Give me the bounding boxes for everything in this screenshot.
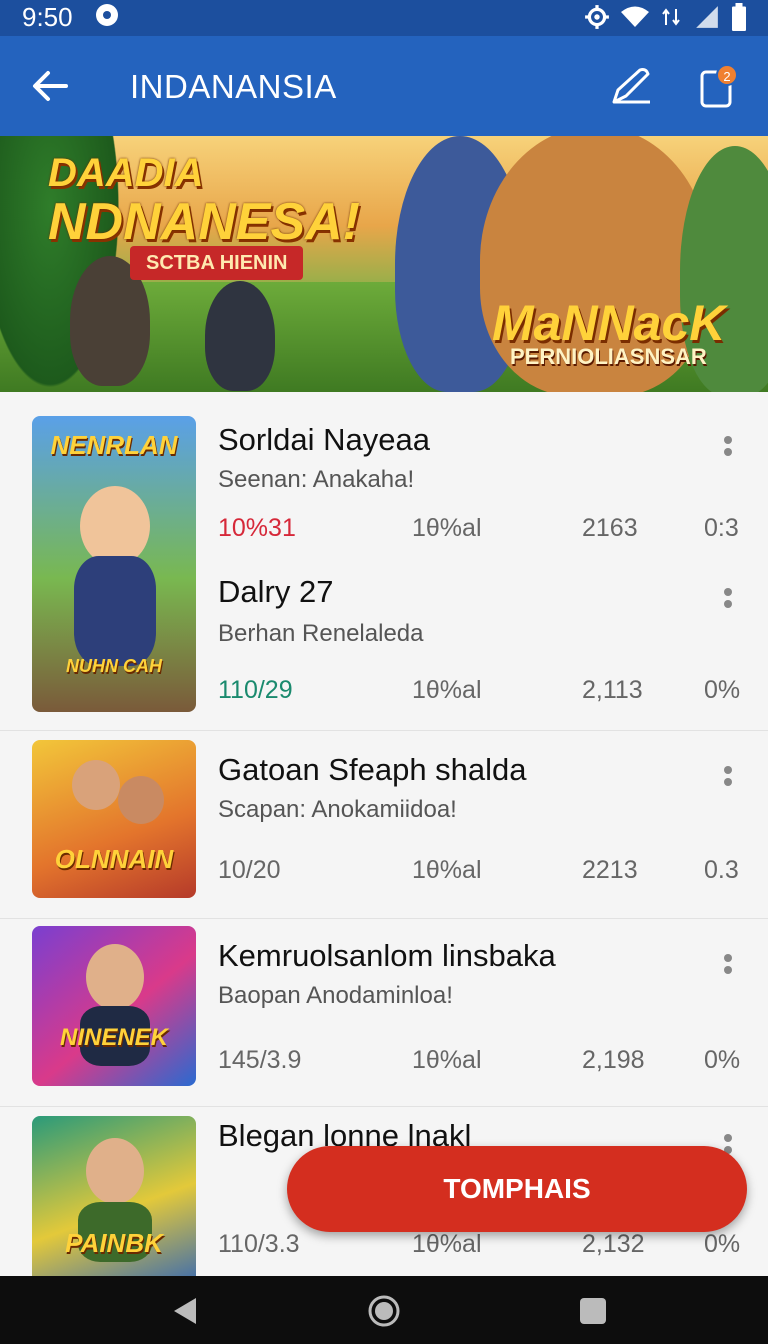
item-title: Gatoan Sfeaph shalda <box>218 752 527 787</box>
item-title: Sorldai Nayeaa <box>218 422 430 457</box>
item-stat-count: 2213 <box>582 856 638 884</box>
settings-gear-icon <box>585 5 609 29</box>
more-options-button[interactable] <box>716 952 740 984</box>
notifications-button[interactable]: 2 <box>692 62 742 112</box>
item-stat-count: 2,113 <box>582 676 643 704</box>
battery-icon <box>732 3 746 31</box>
primary-action-button[interactable]: TOMPHAIS <box>287 1146 747 1232</box>
item-stat-rating: 0:3 <box>704 514 739 542</box>
square-recents-icon <box>580 1298 606 1324</box>
banner-title-line2: NDNANESA! <box>48 193 360 251</box>
more-options-button[interactable] <box>716 434 740 466</box>
item-title: Dalry 27 <box>218 574 334 609</box>
notification-dot-icon <box>96 4 118 26</box>
promo-banner[interactable]: DAADIA NDNANESA! SCTBA HIENIN MaNNacK PE… <box>0 136 768 392</box>
status-icons <box>584 2 748 32</box>
data-signal-icon <box>662 8 680 26</box>
item-stat-size: 1θ%al <box>412 676 482 704</box>
edit-button[interactable] <box>606 62 656 112</box>
thumbnail-title: OLNNAIN <box>54 844 174 874</box>
arrow-left-icon <box>33 71 68 101</box>
item-stat-progress: 10/20 <box>218 856 281 884</box>
item-stat-rating: 0% <box>704 1046 741 1074</box>
triangle-back-icon <box>174 1298 196 1324</box>
more-options-button[interactable] <box>716 586 740 618</box>
item-stat-progress: 10%31 <box>218 514 296 542</box>
thumbnail-title: PAINBK <box>65 1228 163 1258</box>
status-time: 9:50 <box>22 2 73 32</box>
list-item[interactable]: Dalry 27 Berhan Renelaleda 110/29 1θ%al … <box>0 562 768 722</box>
circle-home-icon <box>368 1295 400 1327</box>
item-title: Kemruolsanlom linsbaka <box>218 938 556 973</box>
item-stat-size: 1θ%al <box>412 856 482 884</box>
nav-home-button[interactable] <box>367 1294 401 1328</box>
content-list: NENRLAN NUHN CAH Sorldai Nayeaa Seenan: … <box>0 392 768 1276</box>
item-stat-rating: 0.3 <box>704 856 739 884</box>
thumbnail-character <box>72 760 120 810</box>
banner-title: DAADIA NDNANESA! <box>48 152 360 250</box>
divider <box>0 1106 768 1107</box>
item-stat-size: 1θ%al <box>412 514 482 542</box>
item-subtitle: Baopan Anodaminloa! <box>218 982 453 1009</box>
thumbnail-title: NINENEK <box>59 1024 168 1051</box>
item-stat-rating: 0% <box>704 676 741 704</box>
nav-back-button[interactable] <box>168 1294 202 1328</box>
list-item[interactable]: Sorldai Nayeaa Seenan: Anakaha! 10%31 1θ… <box>0 392 768 562</box>
banner-ribbon: SCTBA HIENIN <box>130 246 304 280</box>
app-bar: INDANANSIA 2 <box>0 36 768 136</box>
back-button[interactable] <box>26 62 74 110</box>
list-item-thumbnail[interactable]: OLNNAIN <box>32 740 196 898</box>
item-subtitle: Berhan Renelaleda <box>218 620 424 647</box>
banner-title-line1: DAADIA <box>48 151 204 195</box>
item-subtitle: Seenan: Anakaha! <box>218 466 415 493</box>
divider <box>0 918 768 919</box>
system-nav-bar <box>0 1276 768 1344</box>
banner-sub-ribbon: PERNIOLIASNSAR <box>510 344 707 369</box>
item-stat-count: 2,198 <box>582 1046 645 1074</box>
item-stat-rating: 0% <box>704 1230 741 1258</box>
list-item[interactable]: OLNNAIN Gatoan Sfeaph shalda Scapan: Ano… <box>0 732 768 918</box>
list-item-thumbnail[interactable]: NINENEK <box>32 926 196 1086</box>
item-subtitle: Scapan: Anokamiidoa! <box>218 796 457 823</box>
item-stat-count: 2,132 <box>582 1230 645 1258</box>
item-stat-count: 2163 <box>582 514 638 542</box>
banner-character <box>205 281 275 391</box>
page-title: INDANANSIA <box>130 68 337 105</box>
wifi-icon <box>621 6 649 27</box>
thumbnail-character <box>118 776 164 824</box>
item-stat-size: 1θ%al <box>412 1230 482 1258</box>
more-options-button[interactable] <box>716 764 740 796</box>
list-item-thumbnail[interactable]: PAINBK <box>32 1116 196 1276</box>
pencil-icon <box>612 68 650 104</box>
nav-recents-button[interactable] <box>576 1294 610 1328</box>
status-bar: 9:50 <box>0 0 768 36</box>
thumbnail-character <box>86 944 144 1010</box>
cell-signal-icon <box>696 6 718 28</box>
divider <box>0 730 768 731</box>
list-item[interactable]: NINENEK Kemruolsanlom linsbaka Baopan An… <box>0 920 768 1106</box>
item-stat-progress: 110/3.3 <box>218 1230 300 1258</box>
notification-badge: 2 <box>716 64 738 86</box>
item-stat-progress: 145/3.9 <box>218 1046 302 1074</box>
item-stat-progress: 110/29 <box>218 676 293 704</box>
thumbnail-character <box>86 1138 144 1204</box>
item-stat-size: 1θ%al <box>412 1046 482 1074</box>
